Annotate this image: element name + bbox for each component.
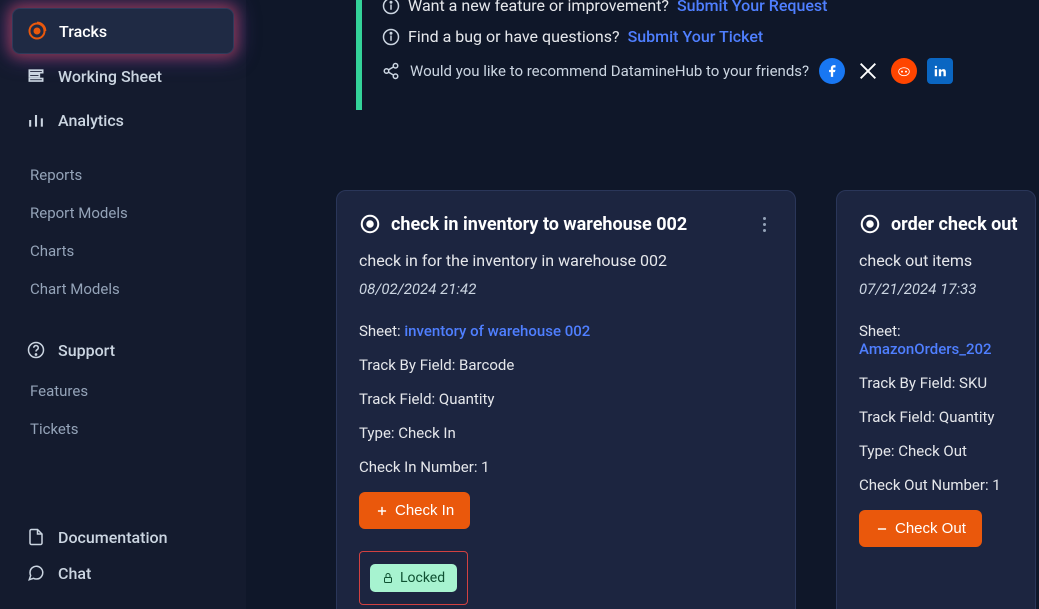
locked-badge: Locked (370, 564, 457, 592)
check-out-button[interactable]: Check Out (859, 510, 982, 547)
banner-feature-row: Want a new feature or improvement? Submi… (382, 0, 1039, 21)
sidebar-item-label: Working Sheet (58, 67, 162, 86)
sidebar-item-label: Analytics (58, 111, 124, 130)
banner-share-row: Would you like to recommend DatamineHub … (382, 52, 1039, 90)
banner-text: Find a bug or have questions? (408, 27, 620, 46)
submit-request-link[interactable]: Submit Your Request (677, 0, 828, 15)
linkedin-icon[interactable] (927, 58, 953, 84)
track-card-checkout: order check out check out items 07/21/20… (836, 190, 1036, 609)
info-icon (382, 0, 400, 15)
submit-ticket-link[interactable]: Submit Your Ticket (628, 27, 764, 46)
card-trackfield: Track Field: Quantity (859, 400, 1035, 434)
sheet-icon (26, 66, 46, 86)
reddit-icon[interactable] (891, 58, 917, 84)
sidebar-item-charts[interactable]: Charts (12, 232, 234, 270)
card-type: Type: Check Out (859, 434, 1035, 468)
sidebar-item-label: Support (58, 341, 115, 360)
banner-text: Want a new feature or improvement? (408, 0, 669, 15)
sidebar-item-chat[interactable]: Chat (12, 555, 234, 591)
target-icon (859, 213, 881, 235)
sheet-label: Sheet: (359, 322, 401, 340)
track-card-checkin: check in inventory to warehouse 002 chec… (336, 190, 796, 609)
cards-container: check in inventory to warehouse 002 chec… (246, 110, 1039, 609)
lock-icon (382, 572, 394, 584)
sidebar-item-documentation[interactable]: Documentation (12, 519, 234, 555)
info-icon (382, 28, 400, 46)
sidebar-item-chart-models[interactable]: Chart Models (12, 270, 234, 308)
card-title: check in inventory to warehouse 002 (391, 214, 745, 235)
more-menu-icon[interactable] (755, 217, 773, 232)
sidebar-item-reports[interactable]: Reports (12, 156, 234, 194)
share-icon (382, 62, 400, 80)
sidebar-item-tickets[interactable]: Tickets (12, 410, 234, 448)
card-date: 07/21/2024 17:33 (859, 280, 1035, 298)
sheet-label: Sheet: (859, 322, 901, 340)
sidebar-item-tracks[interactable]: Tracks (12, 8, 234, 54)
button-label: Check In (395, 502, 454, 519)
help-icon (26, 340, 46, 360)
card-trackby: Track By Field: SKU (859, 366, 1035, 400)
facebook-icon[interactable] (819, 58, 845, 84)
analytics-icon (26, 110, 46, 130)
sidebar-item-working-sheet[interactable]: Working Sheet (12, 54, 234, 98)
main-content: Want a new feature or improvement? Submi… (246, 0, 1039, 609)
x-twitter-icon[interactable] (855, 58, 881, 84)
banner-bug-row: Find a bug or have questions? Submit You… (382, 21, 1039, 52)
card-date: 08/02/2024 21:42 (359, 280, 773, 298)
sidebar-item-report-models[interactable]: Report Models (12, 194, 234, 232)
card-sheet-row: Sheet: inventory of warehouse 002 (359, 314, 773, 348)
minus-icon (875, 522, 889, 536)
target-icon (359, 213, 381, 235)
locked-highlight: Locked (359, 551, 468, 605)
card-trackfield: Track Field: Quantity (359, 382, 773, 416)
sidebar-item-label: Chat (58, 564, 91, 583)
card-number: Check Out Number: 1 (859, 468, 1035, 502)
target-icon (27, 21, 47, 41)
button-label: Check Out (895, 520, 966, 537)
info-banner: Want a new feature or improvement? Submi… (356, 0, 1039, 110)
sidebar: Tracks Working Sheet Analytics Reports R… (0, 0, 246, 609)
sheet-link[interactable]: inventory of warehouse 002 (404, 322, 590, 340)
card-description: check in for the inventory in warehouse … (359, 251, 773, 270)
document-icon (26, 527, 46, 547)
chat-icon (26, 563, 46, 583)
sidebar-item-features[interactable]: Features (12, 372, 234, 410)
card-sheet-row: Sheet: AmazonOrders_202 (859, 314, 1035, 366)
card-type: Type: Check In (359, 416, 773, 450)
sidebar-item-label: Documentation (58, 528, 168, 547)
card-title: order check out (891, 214, 1035, 235)
sidebar-item-support[interactable]: Support (12, 328, 234, 372)
sidebar-item-analytics[interactable]: Analytics (12, 98, 234, 142)
card-number: Check In Number: 1 (359, 450, 773, 484)
sidebar-item-label: Tracks (59, 22, 107, 41)
card-description: check out items (859, 251, 1035, 270)
sheet-link[interactable]: AmazonOrders_202 (859, 340, 992, 358)
check-in-button[interactable]: Check In (359, 492, 470, 529)
badge-label: Locked (400, 570, 445, 586)
banner-text: Would you like to recommend DatamineHub … (410, 62, 809, 80)
card-trackby: Track By Field: Barcode (359, 348, 773, 382)
plus-icon (375, 504, 389, 518)
